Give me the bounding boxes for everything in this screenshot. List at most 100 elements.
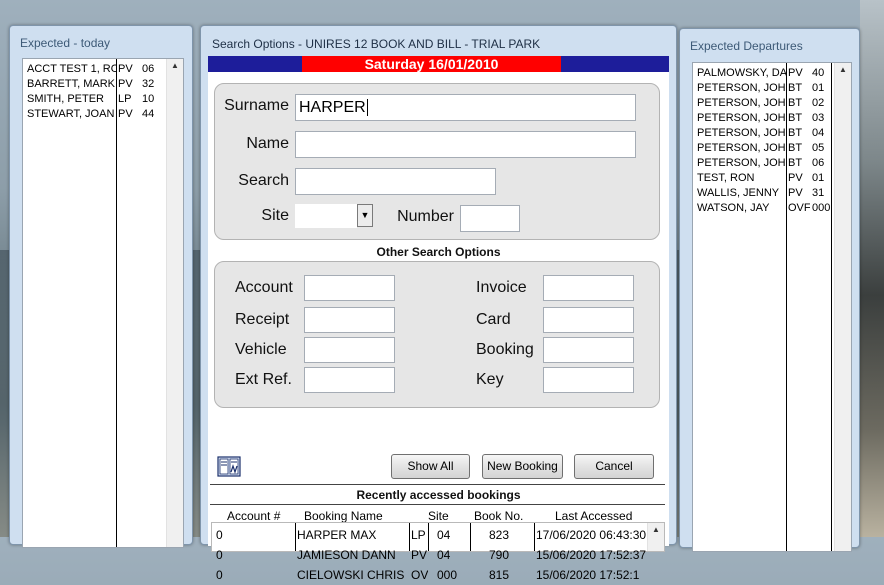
site-type: PV [118,78,133,90]
site-type: PV [118,108,133,120]
site-type: PV [118,63,133,75]
site-number: 02 [812,97,825,109]
book-register-icon[interactable] [217,455,241,477]
desktop-background-edge [860,0,884,537]
last-accessed: 17/06/2020 06:43:30 [536,528,647,542]
scroll-up-icon[interactable]: ▲ [839,65,847,74]
receipt-input[interactable] [304,307,395,333]
primary-search-group: Surname HARPER Name Search Site ▼ Number [214,83,660,240]
header-site[interactable]: Site [428,509,449,523]
book-number: 790 [489,548,510,562]
last-accessed: 15/06/2020 17:52:1 [536,568,640,582]
list-item[interactable]: STEWART, JOAN PV 44 [23,107,163,122]
list-item[interactable]: WATSON, JAY OVF 000 [693,201,833,216]
site-type: BT [788,157,803,169]
site-type: OVF [411,568,428,582]
account-input[interactable] [304,275,395,301]
guest-name: TEST, RON [697,172,755,184]
expected-today-list[interactable]: ▲ ACCT TEST 1, RO PV 06 BARRETT, MARK PV 32 SM… [22,58,184,548]
list-item[interactable]: SMITH, PETER LP 10 [23,92,163,107]
account-label: Account [235,279,293,296]
search-input[interactable] [295,168,496,195]
vehicle-input[interactable] [304,337,395,363]
column-separator [116,59,117,547]
show-all-button[interactable]: Show All [391,454,470,479]
site-select[interactable] [295,204,357,228]
guest-name: STEWART, JOAN [27,108,115,120]
dialog-content: Saturday 16/01/2010 Surname HARPER Name … [208,56,669,582]
list-item[interactable]: ACCT TEST 1, RO PV 06 [23,62,163,77]
site-type: LP [411,528,426,542]
site-number: 31 [812,187,825,199]
guest-name: SMITH, PETER [27,93,105,105]
site-number: 04 [437,548,451,562]
site-type: BT [788,127,803,139]
invoice-label: Invoice [476,279,527,296]
expected-departures-scrollbar[interactable]: ▲ [834,63,851,551]
booking-name: HARPER MAX [297,528,377,542]
guest-name: PETERSON, JOHN [697,142,786,154]
list-item[interactable]: PETERSON, JOHN BT 02 [693,96,833,111]
card-input[interactable] [543,307,634,333]
site-label: Site [261,207,289,224]
site-number: 01 [812,172,825,184]
surname-input[interactable]: HARPER [295,94,636,121]
book-number: 815 [489,568,510,582]
new-booking-button[interactable]: New Booking [482,454,563,479]
list-item[interactable]: BARRETT, MARK PV 32 [23,77,163,92]
list-item[interactable]: WALLIS, JENNY PV 31 [693,186,833,201]
guest-name: PETERSON, JOHN [697,82,786,94]
list-item[interactable]: PETERSON, JOHN BT 05 [693,141,833,156]
scroll-up-icon[interactable]: ▲ [171,61,179,70]
site-type: LP [118,93,132,105]
recent-bookings-title: Recently accessed bookings [356,488,521,502]
booking-input[interactable] [543,337,634,363]
number-label: Number [397,208,454,225]
expected-today-title: Expected - today [20,36,111,50]
key-input[interactable] [543,367,634,393]
recent-bookings-scrollbar[interactable]: ▲ [647,523,664,551]
list-item[interactable]: TEST, RON PV 01 [693,171,833,186]
site-type: PV [788,67,803,79]
site-dropdown-arrow-icon[interactable]: ▼ [357,204,373,227]
book-number: 823 [489,528,510,542]
header-last-accessed[interactable]: Last Accessed [555,509,632,523]
list-item[interactable]: PALMOWSKY, DA PV 40 [693,66,833,81]
site-type: BT [788,142,803,154]
recent-bookings-list[interactable]: ▲ 0 HARPER MAX LP 04 823 17/06/2020 06:43:30 0… [211,522,665,582]
site-number: 06 [142,63,155,75]
list-item[interactable]: PETERSON, JOHN BT 03 [693,111,833,126]
table-row[interactable]: 0 JAMIESON DANN PV 04 790 15/06/2020 17:52:37 [212,546,648,565]
guest-name: ACCT TEST 1, RO [27,63,116,75]
header-account[interactable]: Account # [227,509,280,523]
text-cursor [366,99,368,117]
name-label: Name [246,135,289,152]
search-options-dialog: Search Options - UNIRES 12 BOOK AND BILL… [200,25,677,582]
extref-label: Ext Ref. [235,371,292,388]
vehicle-label: Vehicle [235,341,287,358]
table-row[interactable]: 0 HARPER MAX LP 04 823 17/06/2020 06:43:30 [212,526,648,545]
list-item[interactable]: PETERSON, JOHN BT 01 [693,81,833,96]
expected-departures-panel: Expected Departures ▲ PALMOWSKY, DA PV 40 P… [679,28,860,552]
expected-departures-list[interactable]: ▲ PALMOWSKY, DA PV 40 PETERSON, JOHN BT 01 PET… [692,62,852,552]
booking-label: Booking [476,341,534,358]
list-item[interactable]: PETERSON, JOHN BT 04 [693,126,833,141]
surname-label: Surname [224,97,289,114]
header-book-no[interactable]: Book No. [474,509,523,523]
expected-today-scrollbar[interactable]: ▲ [166,59,183,547]
site-number: 32 [142,78,155,90]
number-input[interactable] [460,205,520,232]
table-row[interactable]: 0 CIELOWSKI CHRIS OVF 000 815 15/06/2020 17:5… [212,566,648,585]
site-type: PV [788,187,803,199]
invoice-input[interactable] [543,275,634,301]
name-input[interactable] [295,131,636,158]
scroll-up-icon[interactable]: ▲ [652,525,660,534]
site-type: BT [788,97,803,109]
guest-name: PALMOWSKY, DA [697,67,786,79]
header-booking-name[interactable]: Booking Name [304,509,383,523]
guest-name: PETERSON, JOHN [697,127,786,139]
extref-input[interactable] [304,367,395,393]
cancel-button[interactable]: Cancel [574,454,654,479]
list-item[interactable]: PETERSON, JOHN BT 06 [693,156,833,171]
site-type: PV [788,172,803,184]
